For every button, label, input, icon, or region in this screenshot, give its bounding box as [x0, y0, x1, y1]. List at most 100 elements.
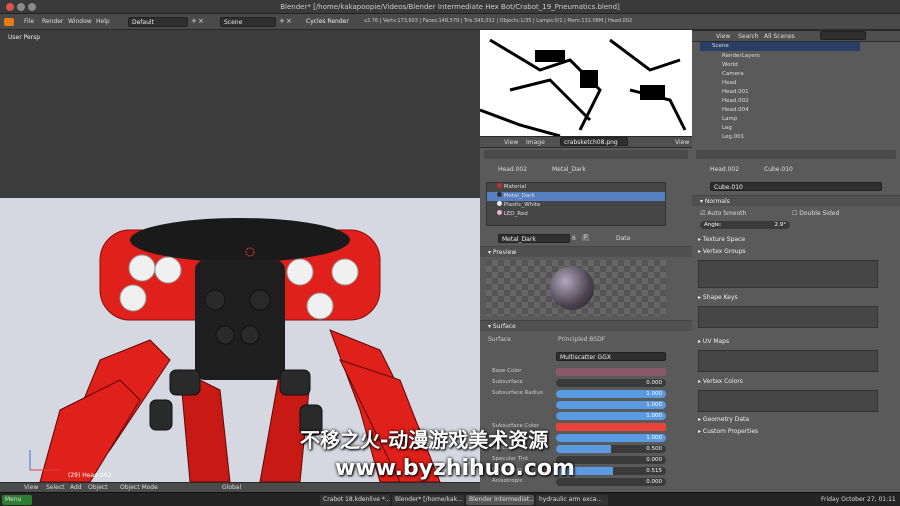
- watermark-url: www.byzhihuo.com: [335, 456, 575, 481]
- mesh-section-title[interactable]: ▸ Texture Space: [698, 236, 894, 246]
- preview-panel-title[interactable]: ▾ Preview: [480, 246, 692, 257]
- color-swatch[interactable]: [556, 368, 666, 376]
- menu-render[interactable]: Render: [42, 18, 63, 25]
- material-name-field[interactable]: Metal_Dark: [498, 234, 570, 243]
- outliner-scene-row[interactable]: Scene: [700, 42, 860, 51]
- mesh-section-title[interactable]: ▸ Geometry Data: [698, 416, 894, 426]
- mesh-section-title[interactable]: ▸ Vertex Groups: [698, 248, 894, 258]
- image-menu-image[interactable]: Image: [526, 139, 545, 146]
- color-swatch[interactable]: [556, 423, 666, 431]
- add-scene-icon[interactable]: +: [279, 17, 285, 25]
- outliner-item[interactable]: Head.002: [712, 97, 892, 106]
- slider-value: 1.000: [646, 413, 662, 419]
- material-slot[interactable]: Plastic_White: [487, 201, 665, 210]
- slider-value: 1.000: [646, 391, 662, 397]
- taskbar: Menu Crabot 18.kdenlive *... Blender* [/…: [0, 492, 900, 506]
- viewport-menu-view[interactable]: View: [24, 484, 38, 491]
- remove-layout-icon[interactable]: ×: [198, 17, 204, 25]
- material-slot-list[interactable]: Material Metal_Dark Plastic_White LED_Re…: [486, 182, 666, 226]
- layout-selector[interactable]: Default: [128, 17, 188, 27]
- mesh-section-label: UV Maps: [702, 338, 730, 345]
- outliner-menu-view[interactable]: View: [716, 33, 730, 40]
- taskbar-window-1[interactable]: Crabot 18.kdenlive *...: [320, 495, 390, 505]
- mode-selector[interactable]: Object Mode: [120, 484, 158, 491]
- shader-param-label: Subsurface Radius: [492, 390, 543, 396]
- menu-file[interactable]: File: [24, 18, 34, 25]
- viewport-menu-add[interactable]: Add: [70, 484, 82, 491]
- mesh-name-field[interactable]: Cube.010: [710, 182, 882, 191]
- mesh-section-list[interactable]: [698, 350, 878, 372]
- mesh-section-label: Vertex Groups: [702, 248, 746, 255]
- mesh-section-title[interactable]: ▸ Shape Keys: [698, 294, 894, 304]
- double-sided-checkbox[interactable]: ☐ Double Sided: [792, 210, 839, 217]
- minimize-window-button[interactable]: [17, 3, 25, 11]
- value-slider[interactable]: 0.000: [556, 379, 666, 387]
- auto-smooth-checkbox[interactable]: ☑ Auto Smooth: [700, 210, 746, 217]
- material-slot[interactable]: Material: [487, 183, 665, 192]
- mesh-section-list[interactable]: [698, 390, 878, 412]
- distribution-selector[interactable]: Multiscatter GGX: [556, 352, 666, 361]
- outliner-item[interactable]: Lamp: [712, 115, 892, 124]
- taskbar-window-4[interactable]: hydraulic arm exca...: [536, 495, 608, 505]
- outliner-item[interactable]: World: [712, 61, 892, 70]
- 3d-viewport[interactable]: User Persp (29) Head.002: [0, 30, 480, 482]
- outliner-menu-search[interactable]: Search: [738, 33, 759, 40]
- value-slider[interactable]: 0.500: [556, 445, 666, 453]
- outliner-item[interactable]: Camera: [712, 70, 892, 79]
- transform-orientation[interactable]: Global: [222, 484, 241, 491]
- mesh-section-list[interactable]: [698, 260, 878, 288]
- mesh-section-title[interactable]: ▸ UV Maps: [698, 338, 894, 348]
- outliner-item[interactable]: Leg: [712, 124, 892, 133]
- shader-param-label: Base Color: [492, 368, 522, 374]
- mesh-section-list[interactable]: [698, 306, 878, 328]
- add-layout-icon[interactable]: +: [191, 17, 197, 25]
- outliner-item[interactable]: Leg.001: [712, 133, 892, 142]
- normals-panel-title[interactable]: ▾ Normals: [692, 195, 900, 206]
- close-window-button[interactable]: [6, 3, 14, 11]
- surface-label: Surface: [488, 336, 511, 343]
- value-slider[interactable]: 1.000: [556, 390, 666, 398]
- breadcrumb-object: Head.002: [498, 166, 528, 173]
- clock: Friday October 27, 01:11: [821, 496, 896, 503]
- fake-user-toggle[interactable]: F: [582, 234, 590, 241]
- outliner-item[interactable]: RenderLayers: [712, 52, 892, 61]
- taskbar-window-3[interactable]: Blender Intermediat...: [466, 495, 534, 505]
- value-slider[interactable]: 1.000: [556, 412, 666, 420]
- outliner-item[interactable]: Head: [712, 79, 892, 88]
- menu-window[interactable]: Window: [68, 18, 92, 25]
- link-data-selector[interactable]: Data: [616, 235, 630, 242]
- remove-scene-icon[interactable]: ×: [286, 17, 292, 25]
- viewport-menu-select[interactable]: Select: [46, 484, 65, 491]
- breadcrumb-material: Metal_Dark: [552, 166, 586, 173]
- info-header: File Render Window Help Default + × Scen…: [0, 14, 900, 30]
- outliner-item[interactable]: Head.004: [712, 106, 892, 115]
- value-slider[interactable]: 1.000: [556, 401, 666, 409]
- value-slider[interactable]: 1.000: [556, 434, 666, 442]
- image-view-label[interactable]: View: [675, 139, 689, 146]
- menu-help[interactable]: Help: [96, 18, 110, 25]
- scene-selector[interactable]: Scene: [220, 17, 276, 27]
- outliner-search-input[interactable]: [820, 31, 866, 40]
- outliner-item[interactable]: Head.001: [712, 88, 892, 97]
- maximize-window-button[interactable]: [28, 3, 36, 11]
- mesh-section-title[interactable]: ▸ Custom Properties: [698, 428, 894, 438]
- properties-tabs[interactable]: [484, 150, 688, 159]
- properties-tabs-2[interactable]: [696, 150, 896, 159]
- material-slot[interactable]: LED_Red: [487, 210, 665, 219]
- outliner-display-mode[interactable]: All Scenes: [764, 33, 795, 40]
- taskbar-window-2[interactable]: Blender* [/home/kak...: [392, 495, 464, 505]
- window-title: Blender* [/home/kakapoopie/Videos/Blende…: [280, 3, 620, 11]
- render-engine-selector[interactable]: Cycles Render: [303, 17, 359, 27]
- image-name-field[interactable]: crabsketch08.png: [560, 137, 628, 146]
- breadcrumb-object-2: Head.002: [710, 166, 740, 173]
- angle-field[interactable]: Angle: 2.9°: [700, 221, 790, 229]
- material-slot-selected[interactable]: Metal_Dark: [487, 192, 665, 201]
- mesh-section-title[interactable]: ▸ Vertex Colors: [698, 378, 894, 388]
- shader-selector[interactable]: Principled BSDF: [558, 336, 605, 343]
- viewport-menu-object[interactable]: Object: [88, 484, 108, 491]
- start-menu-button[interactable]: Menu: [2, 495, 32, 505]
- mesh-section-label: Vertex Colors: [702, 378, 743, 385]
- image-menu-view[interactable]: View: [504, 139, 518, 146]
- surface-panel-title[interactable]: ▾ Surface: [480, 320, 692, 331]
- image-editor[interactable]: [480, 30, 692, 136]
